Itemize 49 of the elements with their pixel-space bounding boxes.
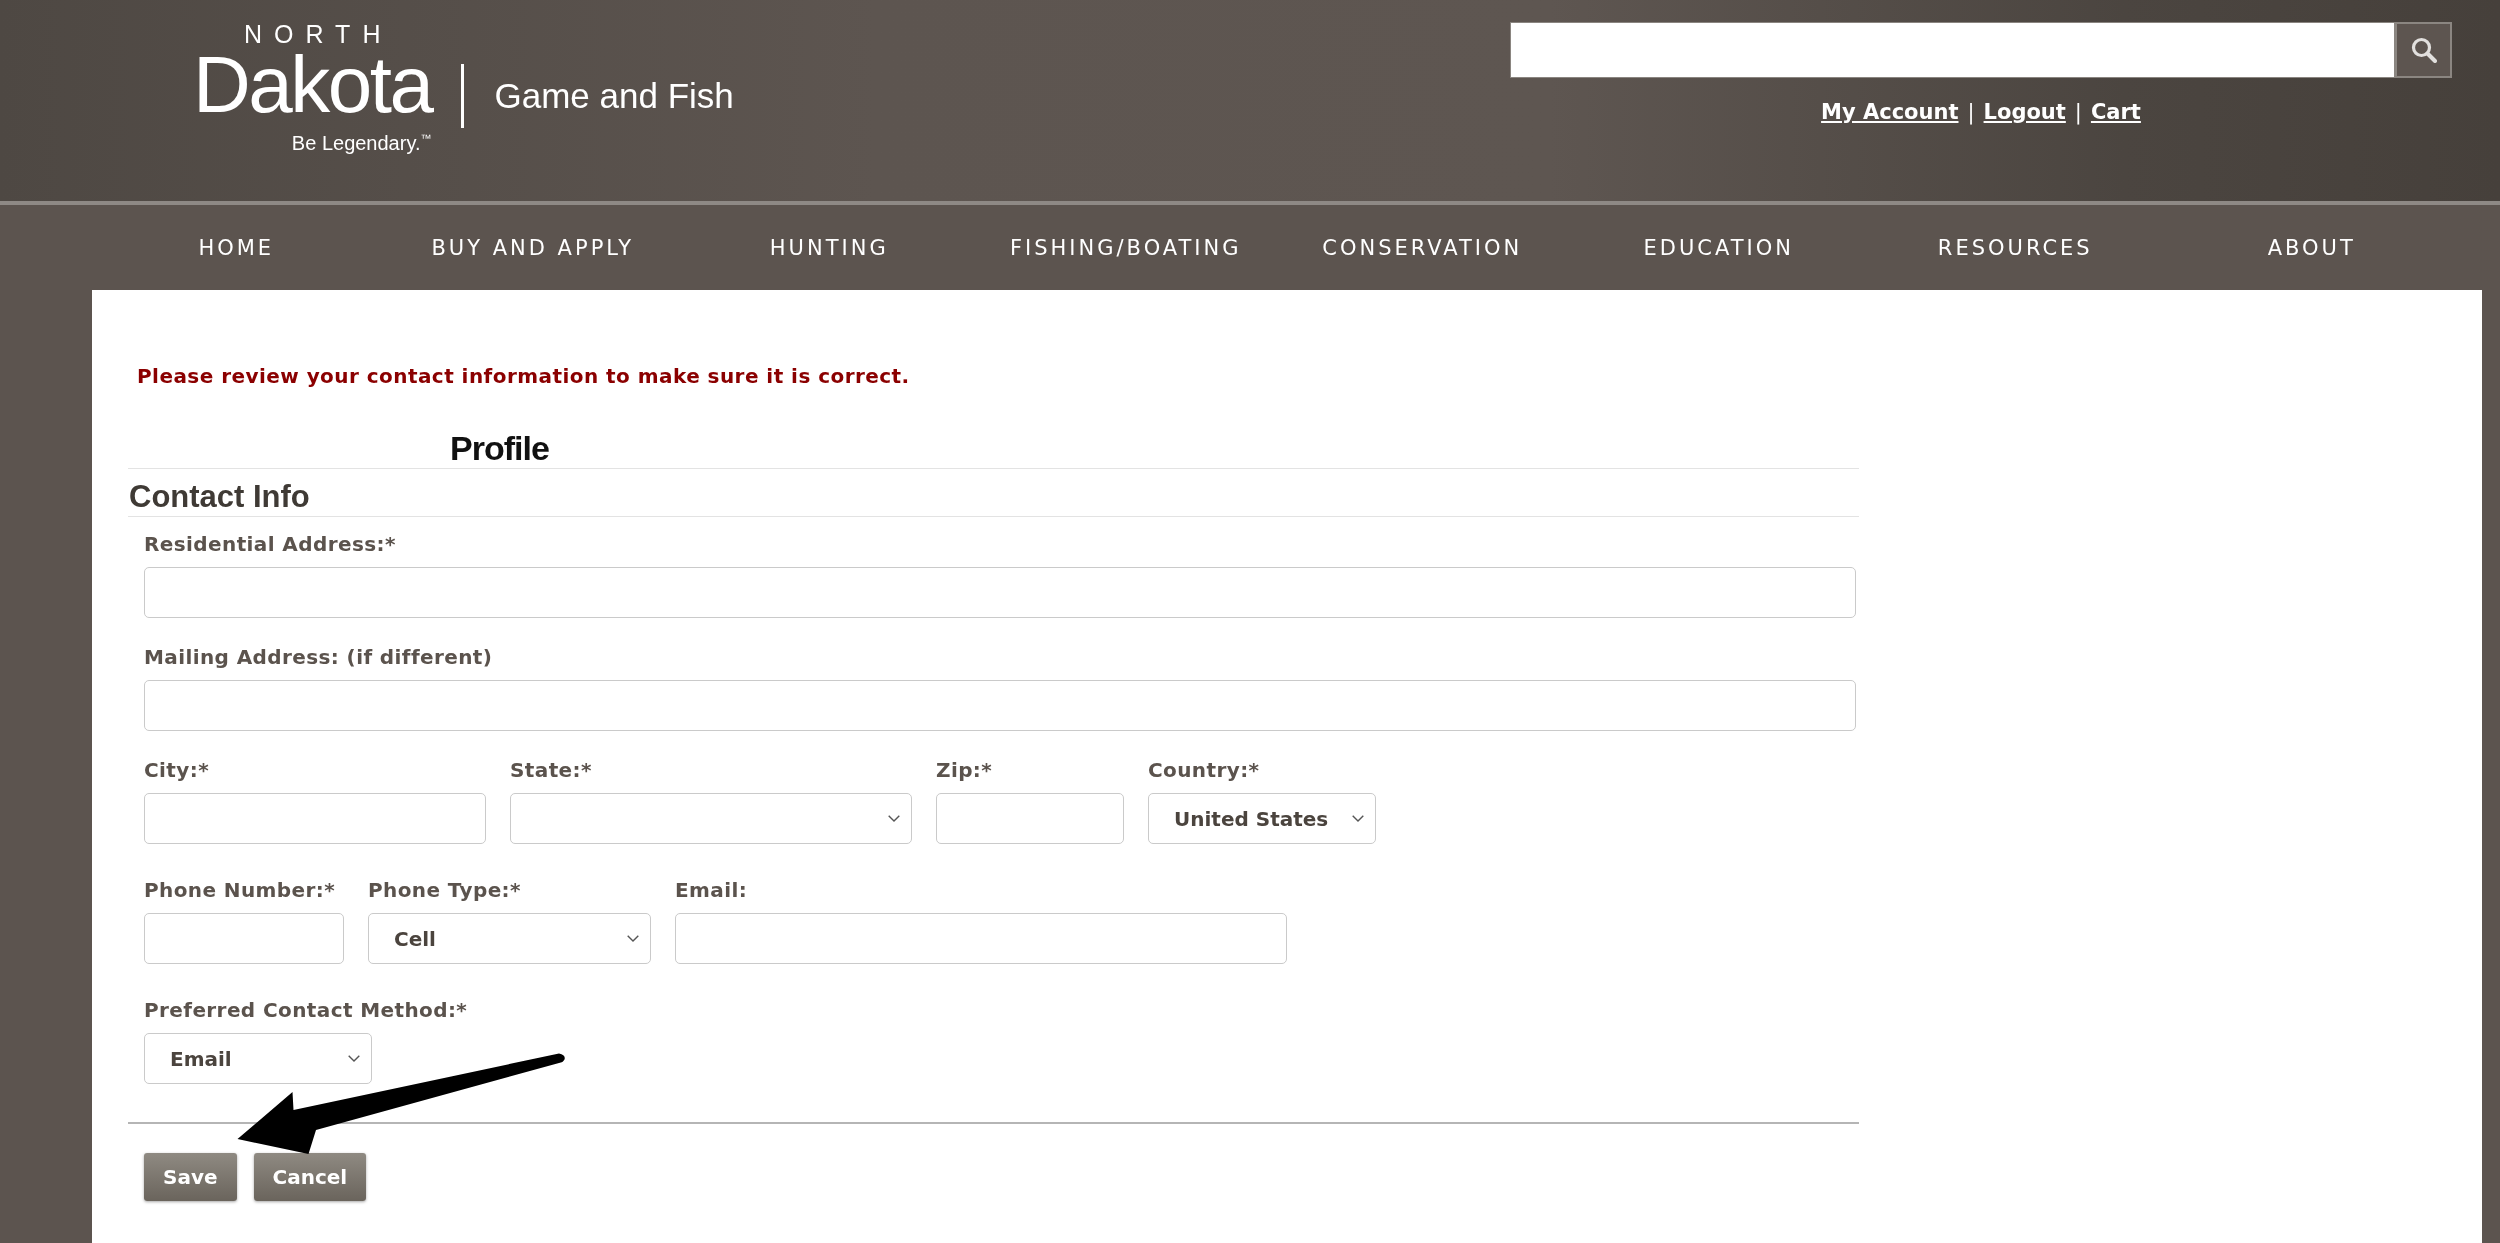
field-label: State:* (510, 758, 592, 782)
field-label: Phone Type:* (368, 878, 521, 902)
search-input[interactable] (1510, 22, 2395, 78)
search-icon (2410, 37, 2437, 63)
field-label: City:* (144, 758, 209, 782)
text-input[interactable] (144, 567, 1856, 618)
dropdown[interactable]: United States (1148, 793, 1376, 844)
dropdown[interactable] (510, 793, 912, 844)
logo-wordmark: Dakota (193, 47, 432, 123)
alert-message: Please review your contact information to make sure it is correct. (137, 364, 910, 388)
form-button[interactable]: Save (144, 1153, 237, 1201)
link-separator: | (1967, 99, 1975, 125)
nav-link[interactable]: FISHING/BOATING (1009, 234, 1242, 261)
search-button[interactable] (2395, 22, 2452, 78)
field-label: Mailing Address: (if different) (144, 645, 493, 669)
field-label: Preferred Contact Method:* (144, 998, 468, 1022)
site-title: Game and Fish (494, 74, 734, 117)
nav-link[interactable]: CONSERVATION (1322, 234, 1523, 261)
nav-link[interactable]: EDUCATION (1643, 234, 1794, 261)
nav-link[interactable]: HUNTING (769, 234, 889, 261)
nav-link[interactable]: HOME (198, 234, 275, 261)
nav-link[interactable]: BUY AND APPLY (431, 234, 635, 261)
text-input[interactable] (936, 793, 1124, 844)
chevron-down-icon (1352, 815, 1364, 822)
dropdown[interactable]: Email (144, 1033, 372, 1084)
account-link[interactable]: Cart (2090, 99, 2141, 125)
account-link[interactable]: Logout (1983, 99, 2066, 125)
chevron-down-icon (627, 935, 639, 942)
field-label: Country:* (1148, 758, 1260, 782)
chevron-down-icon (888, 815, 900, 822)
text-input[interactable] (144, 793, 486, 844)
account-link[interactable]: My Account (1821, 99, 1959, 125)
text-input[interactable] (144, 680, 1856, 731)
logo-top-text: NORTH (244, 22, 393, 47)
form-button[interactable]: Cancel (253, 1153, 367, 1201)
chevron-down-icon (348, 1055, 360, 1062)
field-label: Phone Number:* (144, 878, 336, 902)
section-heading: Contact Info (129, 479, 310, 515)
form-title: Profile (450, 428, 549, 468)
field-label: Zip:* (936, 758, 993, 782)
link-separator: | (2074, 99, 2082, 125)
nav-link[interactable]: ABOUT (2267, 234, 2356, 261)
field-label: Residential Address:* (144, 532, 396, 556)
logo-tagline: Be Legendary.$^{™}$ (291, 131, 432, 155)
text-input[interactable] (675, 913, 1287, 964)
field-label: Email: (675, 878, 748, 902)
nav-link[interactable]: RESOURCES (1937, 234, 2093, 261)
text-input[interactable] (144, 913, 344, 964)
dropdown[interactable]: Cell (368, 913, 651, 964)
